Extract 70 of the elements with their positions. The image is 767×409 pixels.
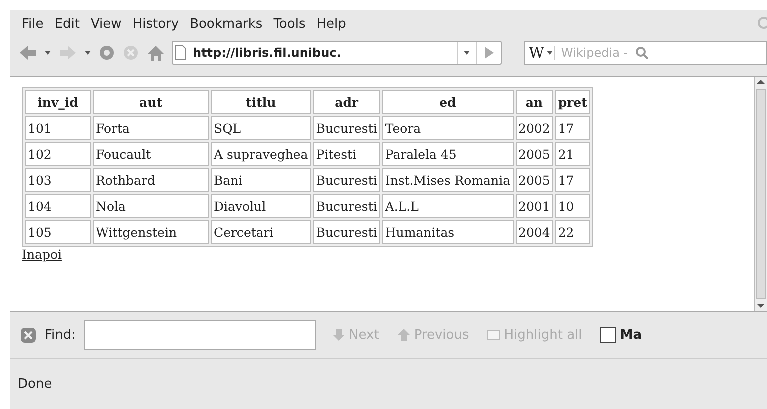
table-cell: 104 [25,194,91,218]
table-cell: 102 [25,142,91,166]
table-cell: Bucuresti [313,116,380,140]
checkbox-label: Ma [620,328,642,342]
column-header: aut [93,90,209,114]
table-cell: A.L.L [382,194,514,218]
menu-item[interactable]: File [18,14,51,32]
column-header: an [516,90,554,114]
table-cell: Wittgenstein [93,220,209,244]
menu-item[interactable]: Help [312,14,354,32]
menu-item[interactable]: Edit [50,14,87,32]
table-cell: Humanitas [382,220,514,244]
search-icon[interactable] [634,45,650,61]
table-cell: 17 [555,168,590,192]
table-cell: 21 [555,142,590,166]
checkbox[interactable] [600,327,616,343]
table-cell: Diavolul [211,194,312,218]
highlight-icon [487,328,502,342]
table-cell: Cercetari [211,220,312,244]
table-cell: Pitesti [313,142,380,166]
table-cell: 2005 [516,168,554,192]
down-arrow-icon [332,328,346,342]
table-cell: 2001 [516,194,554,218]
table-cell: Bucuresti [313,194,380,218]
home-icon[interactable] [146,44,166,62]
up-arrow-icon [397,328,412,342]
column-header: titlu [211,90,312,114]
table-cell: Bucuresti [313,220,380,244]
menu-item[interactable]: Tools [270,14,313,32]
table-cell: Forta [93,116,209,140]
table-cell: 2002 [516,116,554,140]
back-link[interactable]: Inapoi [22,247,62,262]
table-cell: Bani [211,168,312,192]
table-cell: Bucuresti [313,168,380,192]
table-cell: 101 [25,116,91,140]
menu-item[interactable]: View [86,14,129,32]
address-field[interactable]: http://libris.fil.unibuc. [172,41,502,65]
column-header: inv_id [25,90,91,114]
go-arrow-icon[interactable] [482,45,496,61]
column-header: adr [313,90,380,114]
table-cell: A supraveghea [211,142,312,166]
menu-item[interactable]: Bookmarks [186,14,270,32]
find-field[interactable] [84,320,316,350]
search-field[interactable]: W Wikipedia - [524,41,767,65]
status-text: Done [18,376,52,392]
scroll-down-icon[interactable] [755,301,767,311]
back-arrow-icon[interactable] [18,44,38,62]
column-header: ed [382,90,514,114]
table-cell: Foucault [93,142,209,166]
table-cell: 22 [555,220,590,244]
table-cell: Rothbard [93,168,209,192]
table-cell: 103 [25,168,91,192]
table-cell: 10 [555,194,590,218]
table-cell: SQL [211,116,312,140]
table-cell: 2004 [516,220,554,244]
table-cell: 17 [555,116,590,140]
table-cell: Inst.Mises Romania [382,168,514,192]
menu-item[interactable]: History [128,14,186,32]
scrollbar[interactable] [754,77,767,311]
page-icon [173,45,189,61]
scroll-up-icon[interactable] [755,77,767,87]
find-label: Find: [45,328,76,342]
table-cell: Paralela 45 [382,142,514,166]
table-cell: Teora [382,116,514,140]
table-cell: Nola [93,194,209,218]
table-cell: 2005 [516,142,554,166]
spinner-icon [756,15,767,31]
table-cell: 105 [25,220,91,244]
column-header: pret [555,90,590,114]
close-icon[interactable] [20,326,37,344]
